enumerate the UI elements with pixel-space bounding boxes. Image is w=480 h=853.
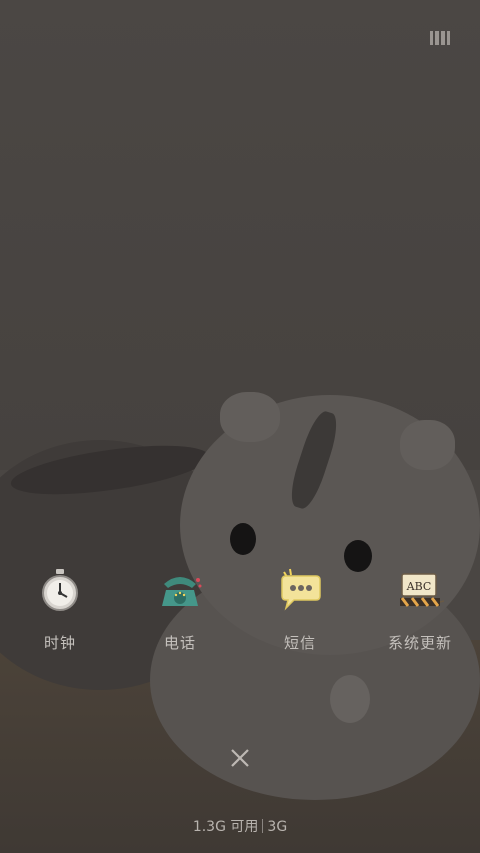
- app-label: 系统更新: [387, 634, 452, 652]
- app-label: 时钟: [43, 634, 76, 652]
- manage-recents-button[interactable]: [430, 30, 452, 46]
- memory-available-text: 1.3G 可用: [192, 819, 259, 835]
- clear-all-button[interactable]: [226, 744, 254, 772]
- rotary-phone-icon: [162, 577, 202, 606]
- app-label: 电话: [163, 634, 196, 652]
- wallpaper: [0, 0, 480, 853]
- recent-app-phone[interactable]: 电话: [132, 566, 228, 666]
- stopwatch-icon: [42, 569, 78, 611]
- recent-app-sms[interactable]: 短信: [252, 566, 348, 666]
- network-type-text: 3G: [267, 819, 288, 835]
- status-divider: [262, 819, 264, 833]
- memory-status-bar: 1.3G 可用 3G: [0, 816, 480, 836]
- app-label: 短信: [283, 634, 316, 652]
- recent-apps-manage-icon: [430, 31, 450, 45]
- svg-text:ABC: ABC: [406, 580, 432, 593]
- recent-app-system-update[interactable]: ABC 系统更新: [372, 566, 468, 666]
- close-icon: [231, 749, 249, 767]
- clapperboard-icon: ABC: [400, 573, 444, 607]
- speech-bubble-icon: [281, 568, 321, 611]
- recent-app-clock[interactable]: 时钟: [12, 566, 108, 666]
